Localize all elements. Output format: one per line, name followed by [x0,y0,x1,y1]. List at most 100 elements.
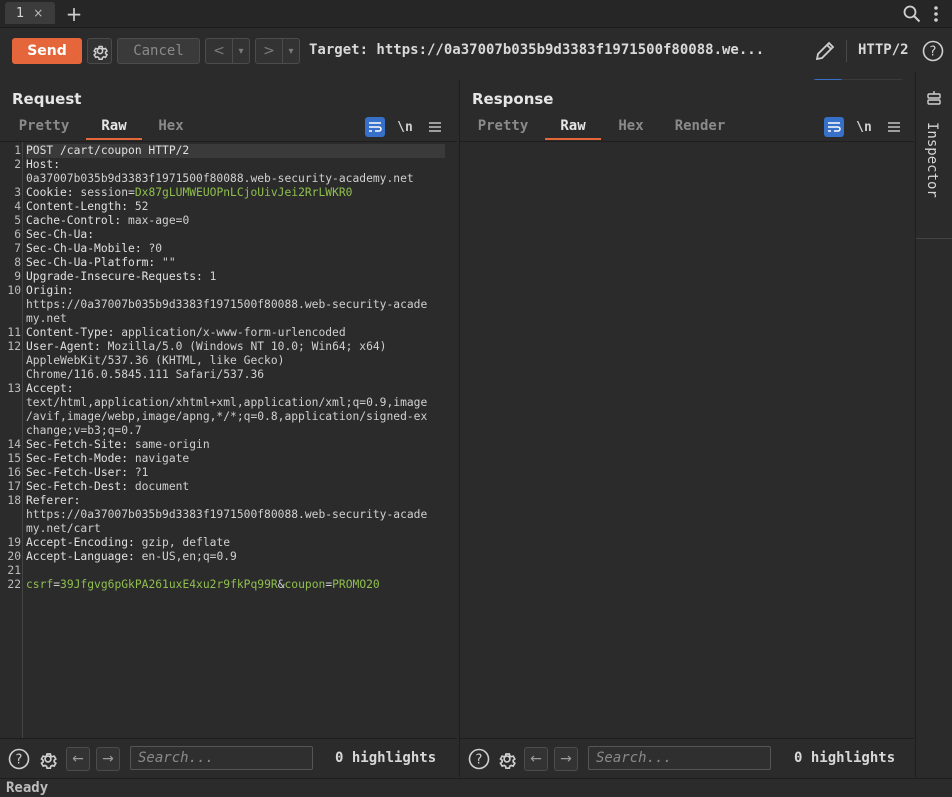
chevron-down-icon[interactable]: ▾ [282,39,299,63]
arrow-left-icon[interactable]: ← [66,747,90,771]
tab-raw[interactable]: Raw [86,116,142,140]
request-editor[interactable]: 1 POST /cart/coupon HTTP/2 2 Host: 0a37007b0… [0,141,457,738]
code-line[interactable]: 7 Sec-Ch-Ua-Mobile: ?0 [0,242,457,256]
code-line[interactable]: 2 Host: [0,158,457,172]
more-options-icon[interactable] [928,4,944,24]
help-icon[interactable]: ? [921,39,945,63]
line-number: 21 [7,564,21,577]
gear-icon[interactable] [495,747,519,771]
target-url[interactable]: Target: https://0a37007b035b9d3383f19715… [309,42,764,58]
tab-hex[interactable]: Hex [610,116,652,140]
code-line[interactable]: change;v=b3;q=0.7 [0,424,457,438]
search-icon[interactable] [902,4,922,24]
send-button[interactable]: Send [12,38,82,64]
code-line[interactable]: 17 Sec-Fetch-Dest: document [0,480,457,494]
line-text: AppleWebKit/537.36 (KHTML, like Gecko) [26,354,284,367]
line-number: 12 [7,340,21,353]
tab-render[interactable]: Render [668,116,732,140]
word-wrap-icon[interactable] [824,117,844,137]
newline-toggle[interactable]: \n [854,117,874,137]
code-line[interactable]: 21 [0,564,457,578]
line-text: Origin: [26,284,74,297]
token: Host: [26,158,61,171]
code-line[interactable]: 3 Cookie: session=Dx87gLUMWEUOPnLCjoUivJe… [0,186,457,200]
edit-target-icon[interactable] [812,38,838,64]
code-line[interactable]: 22 csrf=39Jfgvg6pGkPA261uxE4xu2r9fkPq99R&… [0,578,457,592]
code-line[interactable]: 20 Accept-Language: en-US,en;q=0.9 [0,550,457,564]
line-number: 9 [14,270,21,283]
code-line[interactable]: 16 Sec-Fetch-User: ?1 [0,466,457,480]
line-number: 11 [7,326,21,339]
line-text: Sec-Fetch-Dest: document [26,480,189,493]
code-line[interactable]: 9 Upgrade-Insecure-Requests: 1 [0,270,457,284]
tab-hex[interactable]: Hex [150,116,192,140]
token: navigate [134,452,190,465]
code-line[interactable]: 6 Sec-Ch-Ua: [0,228,457,242]
arrow-left-icon[interactable]: ← [524,747,548,771]
token: Sec-Ch-Ua-Platform: [26,256,163,269]
arrow-right-icon[interactable]: → [554,747,578,771]
line-text: Sec-Ch-Ua-Mobile: ?0 [26,242,162,255]
menu-icon[interactable] [884,117,904,137]
code-line[interactable]: 10 Origin: [0,284,457,298]
chevron-left-icon[interactable]: < [206,43,232,59]
code-line[interactable]: 18 Referer: [0,494,457,508]
inspector-tab[interactable]: Inspector [916,82,952,239]
code-line[interactable]: 1 POST /cart/coupon HTTP/2 [0,144,457,158]
help-icon[interactable]: ? [7,747,31,771]
svg-text:?: ? [930,45,937,60]
code-line[interactable]: 13 Accept: [0,382,457,396]
tab-raw[interactable]: Raw [545,116,601,140]
toolbar: Send Cancel < ▾ > ▾ Target: https://0a37… [0,29,952,72]
line-text: Upgrade-Insecure-Requests: 1 [26,270,216,283]
chevron-down-icon[interactable]: ▾ [232,39,249,63]
code-line[interactable]: 19 Accept-Encoding: gzip, deflate [0,536,457,550]
token: Sec-Fetch-Site: [26,438,135,451]
code-line[interactable]: /avif,image/webp,image/apng,*/*;q=0.8,ap… [0,410,457,424]
forward-nav[interactable]: > ▾ [255,38,300,64]
add-tab-icon[interactable]: + [64,2,84,26]
protocol-label[interactable]: HTTP/2 [858,42,909,58]
tab-strip: 1 × + [0,0,952,28]
line-number: 3 [14,186,21,199]
menu-icon[interactable] [425,117,445,137]
code-line[interactable]: 8 Sec-Ch-Ua-Platform: "" [0,256,457,270]
arrow-right-icon[interactable]: → [96,747,120,771]
back-nav[interactable]: < ▾ [205,38,250,64]
tab-pretty[interactable]: Pretty [12,116,76,140]
code-line[interactable]: 0a37007b035b9d3383f1971500f80088.web-sec… [0,172,457,186]
chevron-right-icon[interactable]: > [256,43,282,59]
code-line[interactable]: my.net/cart [0,522,457,536]
code-line[interactable]: 4 Content-Length: 52 [0,200,457,214]
newline-toggle[interactable]: \n [395,117,415,137]
code-line[interactable]: 14 Sec-Fetch-Site: same-origin [0,438,457,452]
word-wrap-icon[interactable] [365,117,385,137]
search-input[interactable]: Search... [588,746,771,770]
code-line[interactable]: 5 Cache-Control: max-age=0 [0,214,457,228]
token: Sec-Ch-Ua: [26,228,95,241]
line-text: User-Agent: Mozilla/5.0 (Windows NT 10.0… [26,340,386,353]
response-editor[interactable] [460,141,914,738]
help-icon[interactable]: ? [467,747,491,771]
repeater-tab[interactable]: 1 × [5,2,55,24]
tab-pretty[interactable]: Pretty [471,116,535,140]
gear-icon[interactable] [87,38,112,64]
code-line[interactable]: text/html,application/xhtml+xml,applicat… [0,396,457,410]
token: 0a37007b035b9d3383f1971500f80088.web-sec… [26,172,414,185]
code-line[interactable]: 11 Content-Type: application/x-www-form-u… [0,326,457,340]
code-line[interactable]: AppleWebKit/537.36 (KHTML, like Gecko) [0,354,457,368]
cancel-button[interactable]: Cancel [117,38,200,64]
code-line[interactable]: 12 User-Agent: Mozilla/5.0 (Windows NT 10… [0,340,457,354]
search-input[interactable]: Search... [130,746,313,770]
code-line[interactable]: my.net [0,312,457,326]
line-text: Content-Type: application/x-www-form-url… [26,326,346,339]
code-line[interactable]: https://0a37007b035b9d3383f1971500f80088… [0,298,457,312]
request-lines[interactable]: 1 POST /cart/coupon HTTP/2 2 Host: 0a37007b0… [0,144,457,592]
code-line[interactable]: Chrome/116.0.5845.111 Safari/537.36 [0,368,457,382]
token: same-origin [134,438,210,451]
code-line[interactable]: 15 Sec-Fetch-Mode: navigate [0,452,457,466]
close-icon[interactable]: × [33,6,43,20]
code-line[interactable]: https://0a37007b035b9d3383f1971500f80088… [0,508,457,522]
gear-icon[interactable] [36,747,60,771]
token: Sec-Ch-Ua-Mobile: [26,242,149,255]
